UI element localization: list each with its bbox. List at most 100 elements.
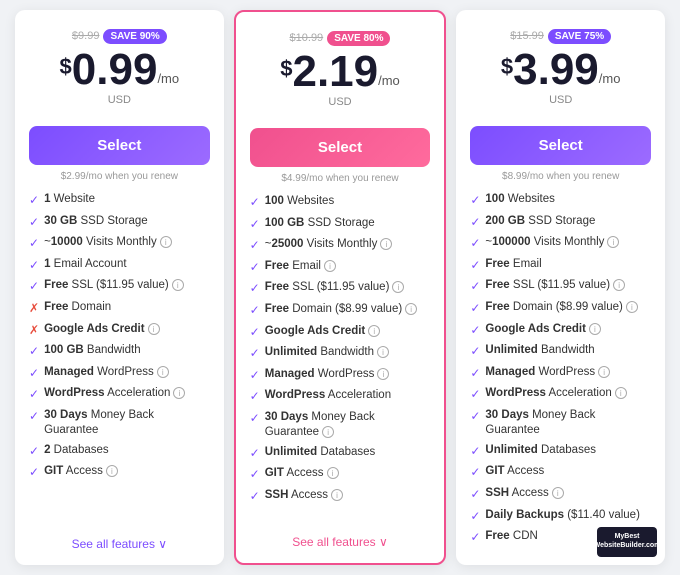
feature-text: Managed WordPressi xyxy=(44,365,169,380)
info-icon[interactable]: i xyxy=(106,465,118,477)
info-icon[interactable]: i xyxy=(377,346,389,358)
info-icon[interactable]: i xyxy=(598,366,610,378)
feature-text: 2 Databases xyxy=(44,443,109,458)
feature-bold-text: Free xyxy=(485,530,509,542)
feature-item: ✓Unlimited Databases xyxy=(470,443,651,460)
info-icon[interactable]: i xyxy=(552,487,564,499)
feature-bold-text: 100 xyxy=(265,195,284,207)
select-button-basic[interactable]: Select xyxy=(29,126,210,165)
check-icon: ✓ xyxy=(250,389,260,405)
x-icon: ✗ xyxy=(29,323,39,339)
feature-item: ✓ Managed WordPressi xyxy=(29,365,210,382)
check-icon: ✓ xyxy=(29,444,39,460)
check-icon: ✓ xyxy=(470,487,480,503)
check-icon: ✓ xyxy=(470,509,480,525)
feature-item: ✓100 GB SSD Storage xyxy=(250,216,431,233)
info-icon[interactable]: i xyxy=(607,236,619,248)
feature-bold-text: SSH xyxy=(265,489,289,501)
price-period: /mo xyxy=(378,73,400,88)
info-icon[interactable]: i xyxy=(322,426,334,438)
feature-bold-text: GIT xyxy=(44,465,63,477)
watermark-text: MyBest WebsiteBuilder.com xyxy=(594,533,661,550)
info-icon[interactable]: i xyxy=(160,236,172,248)
check-icon: ✓ xyxy=(250,238,260,254)
info-icon[interactable]: i xyxy=(172,279,184,291)
check-icon: ✓ xyxy=(470,215,480,231)
original-price: $15.99 xyxy=(510,30,544,42)
feature-item: ✓SSH Accessi xyxy=(470,486,651,503)
feature-text: Free Email xyxy=(485,257,541,272)
feature-item: ✓Free SSL ($11.95 value)i xyxy=(29,278,210,295)
feature-item: ✓Free Email xyxy=(470,257,651,274)
check-icon: ✓ xyxy=(470,366,480,382)
feature-item: ✓Unlimited Databases xyxy=(250,445,431,462)
feature-item: ✓ 1 Website xyxy=(29,192,210,209)
check-icon: ✓ xyxy=(29,366,39,382)
info-icon[interactable]: i xyxy=(615,387,627,399)
feature-item: ✓100 GB Bandwidth xyxy=(29,343,210,360)
feature-text: Unlimited Bandwidth xyxy=(485,343,594,358)
feature-text: Managed WordPressi xyxy=(485,365,610,380)
check-icon: ✓ xyxy=(470,444,480,460)
info-icon[interactable]: i xyxy=(405,303,417,315)
info-icon[interactable]: i xyxy=(377,368,389,380)
info-icon[interactable]: i xyxy=(380,238,392,250)
info-icon[interactable]: i xyxy=(327,467,339,479)
see-all-features[interactable]: See all features ∨ xyxy=(250,535,431,549)
currency-symbol: $ xyxy=(501,54,513,80)
feature-text: 1 Website xyxy=(44,192,95,207)
feature-item: ✓~10000 Visits Monthlyi xyxy=(29,235,210,252)
renew-note: $8.99/mo when you renew xyxy=(470,171,651,182)
features-list: ✓100 Websites✓200 GB SSD Storage✓~100000… xyxy=(470,192,651,551)
check-icon: ✓ xyxy=(470,301,480,317)
features-list: ✓100 Websites✓100 GB SSD Storage✓~25000 … xyxy=(250,194,431,525)
check-icon: ✓ xyxy=(29,193,39,209)
feature-text: ~100000 Visits Monthlyi xyxy=(485,235,619,250)
info-icon[interactable]: i xyxy=(157,366,169,378)
info-icon[interactable]: i xyxy=(613,279,625,291)
currency-symbol: $ xyxy=(280,56,292,82)
info-icon[interactable]: i xyxy=(324,260,336,272)
info-icon[interactable]: i xyxy=(589,323,601,335)
feature-text: ~10000 Visits Monthlyi xyxy=(44,235,172,250)
info-icon[interactable]: i xyxy=(173,387,185,399)
feature-text: Google Ads Crediti xyxy=(485,322,601,337)
watermark: MyBest WebsiteBuilder.com xyxy=(597,527,657,557)
check-icon: ✓ xyxy=(250,368,260,384)
feature-item: ✓~100000 Visits Monthlyi xyxy=(470,235,651,252)
check-icon: ✓ xyxy=(250,411,260,427)
feature-item: ✓Google Ads Crediti xyxy=(250,324,431,341)
main-price: $2.19/mo xyxy=(250,50,431,94)
feature-text: Free Domain xyxy=(44,300,111,315)
feature-bold-text: Daily Backups xyxy=(485,509,564,521)
feature-text: 100 Websites xyxy=(485,192,554,207)
select-button-business[interactable]: Select xyxy=(470,126,651,165)
feature-bold-text: Free xyxy=(44,279,68,291)
feature-bold-text: 2 xyxy=(44,444,50,456)
feature-item: ✓100 Websites xyxy=(250,194,431,211)
feature-text: Free SSL ($11.95 value)i xyxy=(265,280,405,295)
feature-bold-text: 1 xyxy=(44,193,50,205)
feature-item: ✓Google Ads Crediti xyxy=(470,322,651,339)
feature-text: WordPress Accelerationi xyxy=(44,386,185,401)
feature-bold-text: WordPress xyxy=(485,387,546,399)
feature-text: 30 Days Money Back Guarantee xyxy=(44,408,210,438)
see-all-features[interactable]: See all features ∨ xyxy=(29,537,210,551)
feature-text: 200 GB SSD Storage xyxy=(485,214,595,229)
feature-text: 100 GB Bandwidth xyxy=(44,343,141,358)
info-icon[interactable]: i xyxy=(392,281,404,293)
feature-item: ✓30 Days Money Back Guaranteei xyxy=(250,410,431,440)
info-icon[interactable]: i xyxy=(331,489,343,501)
price-amount: 0.99 xyxy=(72,48,158,92)
feature-text: Free Domain ($8.99 value)i xyxy=(485,300,637,315)
check-icon: ✓ xyxy=(29,387,39,403)
info-icon[interactable]: i xyxy=(148,323,160,335)
select-button-premium[interactable]: Select xyxy=(250,128,431,167)
info-icon[interactable]: i xyxy=(626,301,638,313)
price-top-line: $9.99SAVE 90% xyxy=(29,26,210,44)
feature-item: ✓30 Days Money Back Guarantee xyxy=(29,408,210,438)
feature-item: ✓Free SSL ($11.95 value)i xyxy=(250,280,431,297)
info-icon[interactable]: i xyxy=(368,325,380,337)
feature-bold-text: 100 xyxy=(485,193,504,205)
check-icon: ✓ xyxy=(250,489,260,505)
